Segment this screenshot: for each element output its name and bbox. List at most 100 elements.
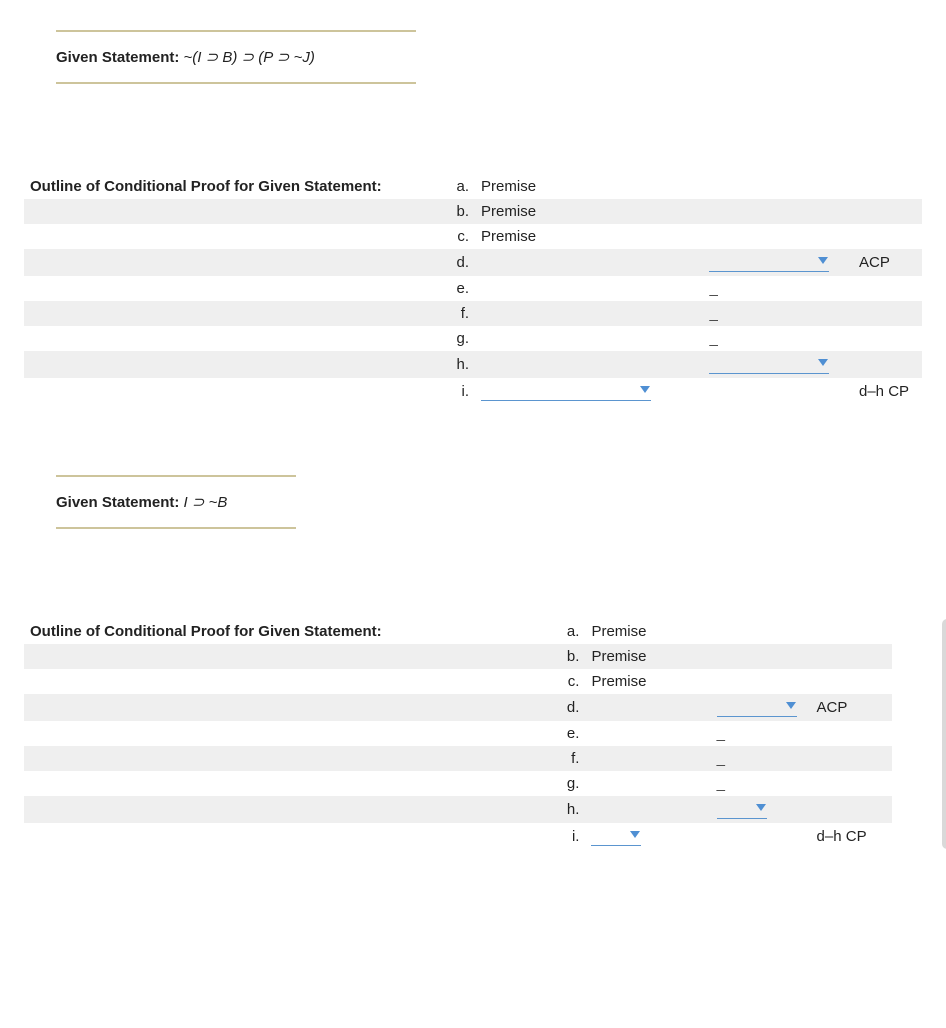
- row-label: i.: [548, 823, 586, 850]
- outline-head-cell: [24, 771, 548, 796]
- row-fill: [711, 619, 811, 644]
- row-label: i.: [438, 378, 475, 405]
- row-content: [585, 771, 710, 796]
- divider: [56, 527, 296, 529]
- row-label: f.: [438, 301, 475, 326]
- outline-head-cell: [24, 746, 548, 771]
- table-row: f._: [24, 301, 922, 326]
- chevron-down-icon: [786, 702, 796, 709]
- table-row: h.: [24, 796, 892, 823]
- dropdown[interactable]: [709, 253, 829, 272]
- row-fill: [703, 351, 853, 378]
- outline-head-cell: Outline of Conditional Proof for Given S…: [24, 174, 438, 199]
- row-content: [475, 276, 703, 301]
- given-box-2: Given Statement: I ⊃ ~B: [24, 475, 922, 529]
- outline-head-cell: [24, 199, 438, 224]
- row-fill: [703, 224, 853, 249]
- table-row: i. d–h CP: [24, 378, 922, 405]
- blank-placeholder: _: [709, 280, 717, 297]
- table-row: g. _: [24, 326, 922, 351]
- dropdown[interactable]: [591, 827, 641, 846]
- row-fill: [711, 669, 811, 694]
- row-rule: [811, 619, 892, 644]
- row-fill: _: [703, 276, 853, 301]
- row-rule: [853, 224, 922, 249]
- chevron-down-icon: [630, 831, 640, 838]
- chevron-down-icon: [756, 804, 766, 811]
- given-expression-2: I ⊃ ~B: [184, 494, 228, 511]
- blank-placeholder: _: [717, 725, 725, 742]
- row-content: [585, 823, 710, 850]
- divider: [56, 82, 416, 84]
- row-label: g.: [548, 771, 586, 796]
- row-rule: [811, 644, 892, 669]
- row-label: e.: [438, 276, 475, 301]
- row-content: [475, 249, 703, 276]
- row-fill: _: [711, 746, 811, 771]
- given-box-1: Given Statement: ~(I ⊃ B) ⊃ (P ⊃ ~J): [24, 30, 922, 84]
- row-fill: [703, 174, 853, 199]
- blank-placeholder: _: [709, 330, 717, 347]
- row-label: f.: [548, 746, 586, 771]
- outline-head-cell: [24, 823, 548, 850]
- table-row: e._: [24, 721, 892, 746]
- row-label: b.: [548, 644, 586, 669]
- dropdown[interactable]: [717, 800, 767, 819]
- outline-head-cell: [24, 301, 438, 326]
- row-content: Premise: [475, 174, 703, 199]
- row-content: [585, 721, 710, 746]
- chevron-down-icon: [818, 257, 828, 264]
- table-row: b.Premise: [24, 644, 892, 669]
- row-rule: d–h CP: [811, 823, 892, 850]
- row-rule: [853, 199, 922, 224]
- row-label: h.: [438, 351, 475, 378]
- proof-block-2-wrap: Outline of Conditional Proof for Given S…: [24, 619, 922, 850]
- table-row: b.Premise: [24, 199, 922, 224]
- given-expression-1: ~(I ⊃ B) ⊃ (P ⊃ ~J): [184, 49, 315, 66]
- outline-head-cell: [24, 276, 438, 301]
- row-content: [475, 351, 703, 378]
- row-fill: [703, 199, 853, 224]
- dropdown[interactable]: [481, 382, 651, 401]
- blank-placeholder: _: [717, 750, 725, 767]
- row-rule: [853, 276, 922, 301]
- table-row: Outline of Conditional Proof for Given S…: [24, 619, 892, 644]
- row-content: [475, 301, 703, 326]
- chevron-down-icon: [818, 359, 828, 366]
- dropdown[interactable]: [709, 355, 829, 374]
- row-content: [585, 746, 710, 771]
- row-fill: _: [711, 721, 811, 746]
- row-rule: [811, 771, 892, 796]
- row-label: g.: [438, 326, 475, 351]
- row-rule: d–h CP: [853, 378, 922, 405]
- divider: [56, 30, 416, 32]
- outline-head-cell: [24, 224, 438, 249]
- row-content: Premise: [475, 199, 703, 224]
- outline-head-cell: [24, 351, 438, 378]
- table-row: f. _: [24, 746, 892, 771]
- row-label: a.: [438, 174, 475, 199]
- dropdown[interactable]: [717, 698, 797, 717]
- table-row: Outline of Conditional Proof for Given S…: [24, 174, 922, 199]
- table-row: g._: [24, 771, 892, 796]
- scrollbar[interactable]: [942, 619, 946, 849]
- row-rule: [853, 351, 922, 378]
- table-row: e. _: [24, 276, 922, 301]
- row-label: a.: [548, 619, 586, 644]
- table-row: h.: [24, 351, 922, 378]
- row-label: b.: [438, 199, 475, 224]
- table-row: c.Premise: [24, 669, 892, 694]
- outline-head-cell: [24, 249, 438, 276]
- proof-table-2: Outline of Conditional Proof for Given S…: [24, 619, 892, 850]
- divider: [56, 475, 296, 477]
- row-content: [585, 796, 710, 823]
- row-fill: [711, 694, 811, 721]
- page-container: Given Statement: ~(I ⊃ B) ⊃ (P ⊃ ~J) Out…: [0, 0, 946, 870]
- given-statement-1: Given Statement: ~(I ⊃ B) ⊃ (P ⊃ ~J): [24, 48, 922, 66]
- row-content: Premise: [585, 644, 710, 669]
- outline-head-cell: [24, 378, 438, 405]
- row-content: [585, 694, 710, 721]
- row-fill: [711, 823, 811, 850]
- row-rule: [853, 326, 922, 351]
- row-rule: [811, 796, 892, 823]
